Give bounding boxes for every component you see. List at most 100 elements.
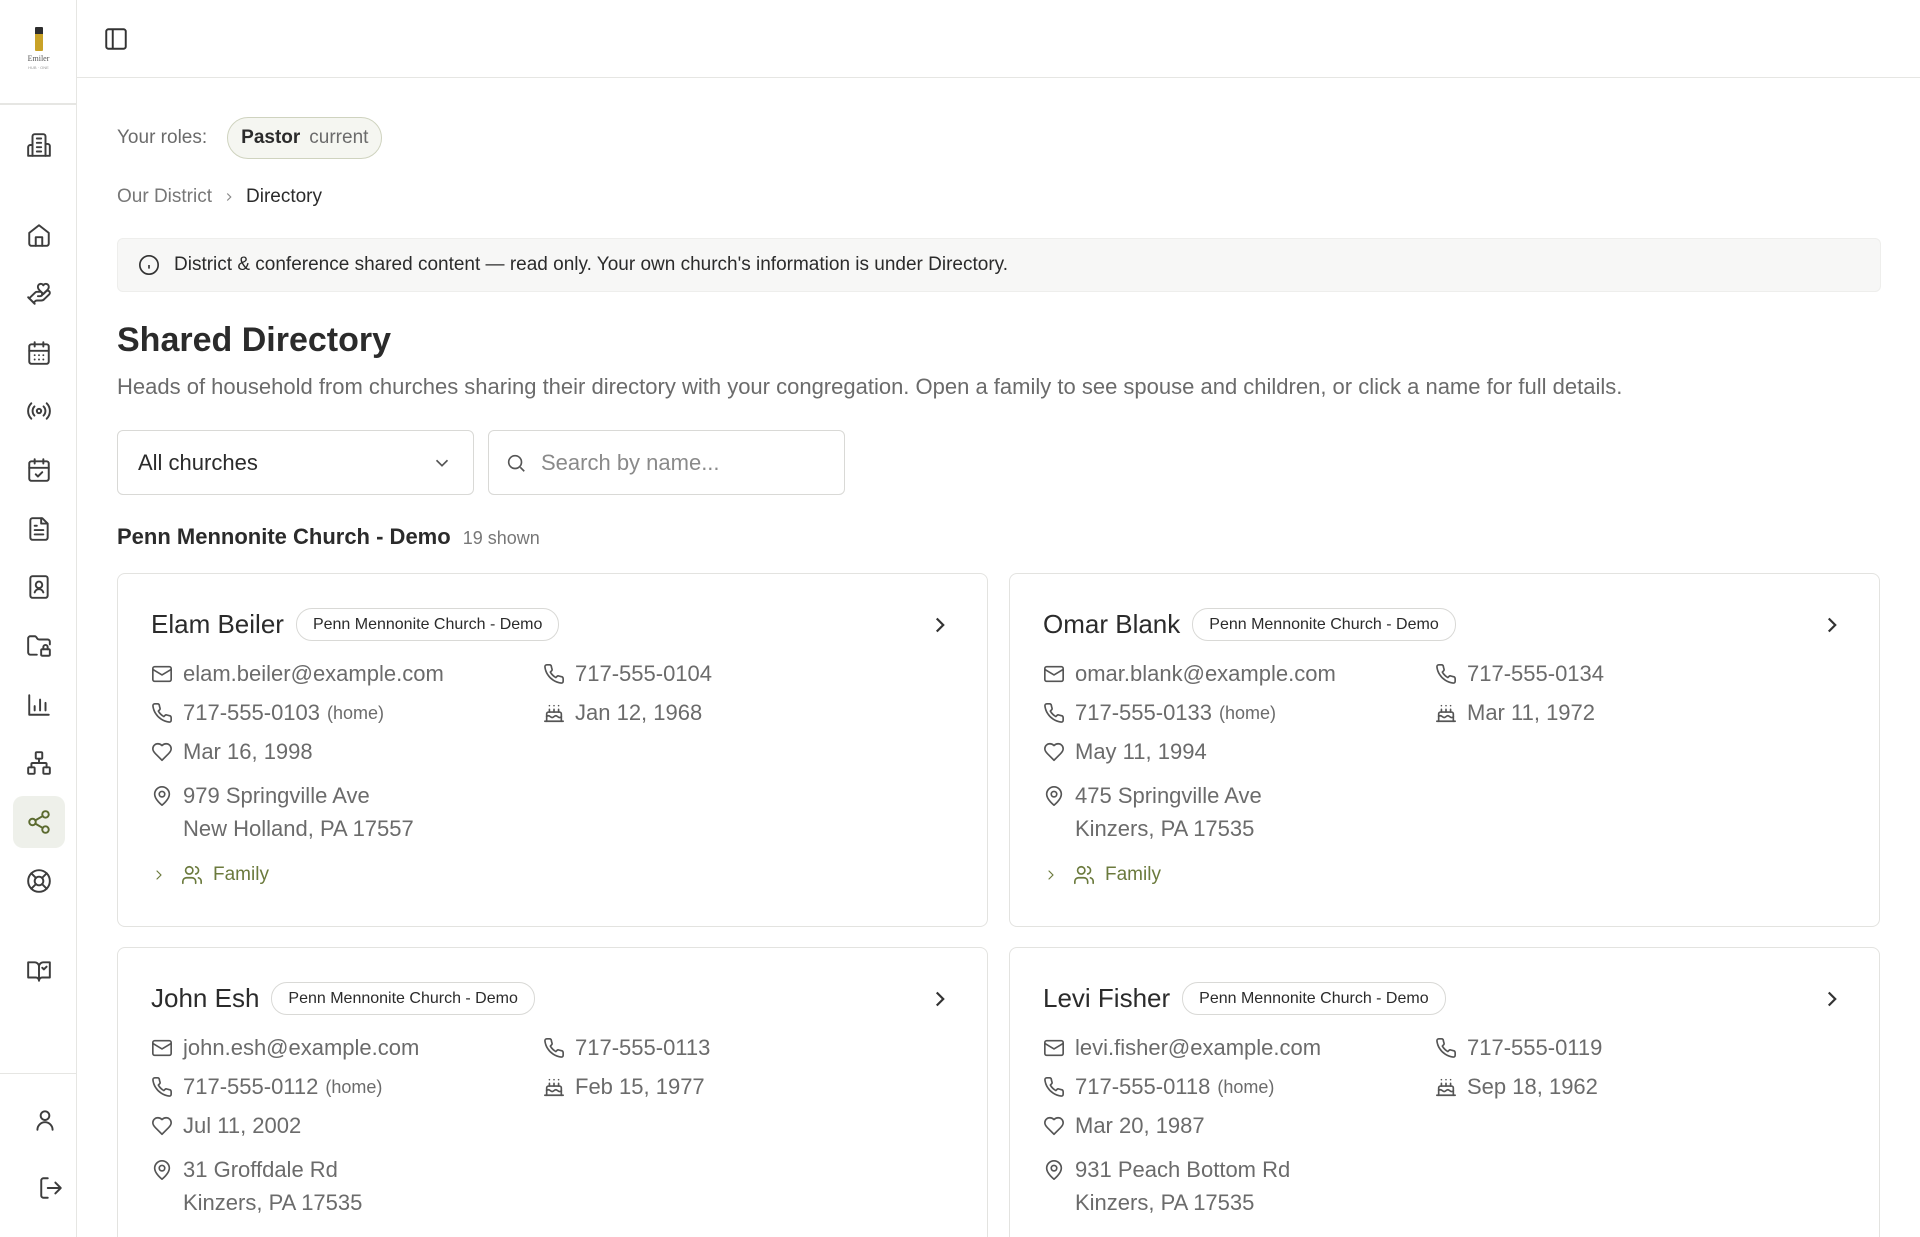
mail-icon: [152, 1039, 172, 1057]
church-badge: Penn Mennonite Church - Demo: [1192, 608, 1456, 641]
nav-logout[interactable]: [25, 1162, 77, 1214]
role-current-tag: current: [309, 127, 369, 148]
nav-broadcast[interactable]: [13, 385, 65, 437]
card-header: Omar Blank Penn Mennonite Church - Demo: [1043, 608, 1456, 641]
birthday-value: Mar 11, 1972: [1467, 700, 1596, 725]
nav-reports[interactable]: [13, 679, 65, 731]
role-pill[interactable]: Pastor current: [227, 117, 383, 159]
directory-card[interactable]: John Esh Penn Mennonite Church - Demo john…: [117, 947, 988, 1237]
page-description: Heads of household from churches sharing…: [117, 374, 1623, 399]
address-line-1: 931 Peach Bottom Rd: [1075, 1157, 1291, 1182]
open-details-button[interactable]: [1819, 986, 1845, 1012]
app-logo[interactable]: Emiler HUB · ONE: [0, 0, 77, 104]
map-pin-icon: [153, 1160, 171, 1180]
address-line-2: Kinzers, PA 17535: [1075, 1190, 1255, 1215]
email-field: john.esh@example.com: [151, 1035, 419, 1061]
search-box[interactable]: [488, 430, 845, 495]
phone-icon: [152, 703, 172, 723]
log-out-icon: [40, 1177, 62, 1199]
address-line-2: Kinzers, PA 17535: [1075, 816, 1255, 841]
chevron-right-icon: [1827, 617, 1837, 633]
chevron-right-icon: [222, 190, 236, 204]
anniversary-value: Mar 20, 1987: [1075, 1113, 1205, 1138]
anniversary-field: Jul 11, 2002: [151, 1113, 301, 1139]
family-toggle[interactable]: Family: [151, 864, 269, 886]
open-details-button[interactable]: [1819, 612, 1845, 638]
anniversary-value: Jul 11, 2002: [183, 1113, 302, 1138]
email-link[interactable]: levi.fisher@example.com: [1075, 1035, 1321, 1061]
calendar-check-icon: [28, 458, 50, 482]
mobile-phone-link[interactable]: 717-555-0113: [575, 1035, 710, 1061]
birthday-field: Jan 12, 1968: [543, 700, 702, 726]
nav-events[interactable]: [13, 444, 65, 496]
logo-icon: [34, 26, 43, 51]
phone-icon: [152, 1077, 172, 1097]
map-pin-icon: [153, 786, 171, 806]
sidebar: Emiler HUB · ONE: [0, 0, 77, 1237]
address-field: 31 Groffdale Rd Kinzers, PA 17535: [151, 1157, 362, 1219]
anniversary-field: May 11, 1994: [1043, 739, 1207, 765]
home-phone-link[interactable]: 717-555-0118: [1075, 1074, 1210, 1100]
nav-shared[interactable]: [13, 796, 65, 848]
home-phone-link[interactable]: 717-555-0112: [183, 1074, 318, 1100]
mobile-phone-link[interactable]: 717-555-0104: [575, 661, 712, 687]
email-link[interactable]: omar.blank@example.com: [1075, 661, 1336, 687]
church-filter-select[interactable]: All churches: [117, 430, 474, 495]
users-icon: [182, 865, 202, 885]
directory-card[interactable]: Elam Beiler Penn Mennonite Church - Demo e…: [117, 573, 988, 927]
mobile-phone-link[interactable]: 717-555-0119: [1467, 1035, 1602, 1061]
address-line-2: Kinzers, PA 17535: [183, 1190, 363, 1215]
nav-profile[interactable]: [19, 1094, 71, 1146]
map-pin-icon: [1045, 786, 1063, 806]
nav-building[interactable]: [13, 119, 65, 171]
users-icon: [1074, 865, 1094, 885]
breadcrumb-current: Directory: [246, 186, 323, 207]
breadcrumb-parent-link[interactable]: Our District: [117, 186, 212, 208]
address-line-1: 31 Groffdale Rd: [183, 1157, 338, 1182]
nav-org-chart[interactable]: [13, 737, 65, 789]
nav-secure-folder[interactable]: [13, 620, 65, 672]
logo-text: Emiler: [27, 53, 50, 63]
person-name-link[interactable]: Omar Blank: [1043, 609, 1180, 640]
church-group-header: Penn Mennonite Church - Demo 19 shown: [117, 524, 540, 550]
top-bar: [77, 0, 1920, 78]
home-phone-field: 717-555-0103 (home): [151, 700, 384, 726]
home-phone-link[interactable]: 717-555-0103: [183, 700, 320, 726]
directory-card[interactable]: Levi Fisher Penn Mennonite Church - Demo l…: [1009, 947, 1880, 1237]
nav-contacts[interactable]: [13, 561, 65, 613]
home-suffix: (home): [1219, 703, 1277, 723]
church-filter-value: All churches: [138, 449, 258, 475]
file-text-icon: [29, 517, 49, 541]
mail-icon: [1044, 665, 1064, 683]
person-name-link[interactable]: Levi Fisher: [1043, 983, 1170, 1014]
nav-documents[interactable]: [13, 503, 65, 555]
person-name-link[interactable]: John Esh: [151, 983, 259, 1014]
nav-home[interactable]: [13, 209, 65, 261]
directory-card[interactable]: Omar Blank Penn Mennonite Church - Demo om…: [1009, 573, 1880, 927]
sidebar-toggle-button[interactable]: [99, 22, 133, 56]
nav-calendar[interactable]: [13, 327, 65, 379]
person-name-link[interactable]: Elam Beiler: [151, 609, 284, 640]
heart-icon: [152, 742, 172, 762]
nav-help[interactable]: [13, 855, 65, 907]
open-details-button[interactable]: [927, 986, 953, 1012]
mobile-phone-link[interactable]: 717-555-0134: [1467, 661, 1604, 687]
address-block: 31 Groffdale Rd Kinzers, PA 17535: [183, 1153, 362, 1219]
phone-icon: [1436, 664, 1456, 684]
home-phone-field: 717-555-0118 (home): [1043, 1074, 1274, 1100]
nav-giving[interactable]: [13, 268, 65, 320]
church-badge: Penn Mennonite Church - Demo: [271, 982, 535, 1015]
heart-icon: [1044, 742, 1064, 762]
share-icon: [28, 810, 50, 834]
notice-text: District & conference shared content — r…: [174, 254, 1009, 275]
home-phone-link[interactable]: 717-555-0133: [1075, 700, 1212, 726]
breadcrumb: Our District Directory: [117, 186, 322, 208]
nav-guide[interactable]: [13, 945, 65, 997]
email-link[interactable]: john.esh@example.com: [183, 1035, 419, 1061]
family-toggle[interactable]: Family: [1043, 864, 1161, 886]
search-input[interactable]: [541, 449, 821, 476]
open-details-button[interactable]: [927, 612, 953, 638]
email-link[interactable]: elam.beiler@example.com: [183, 661, 444, 687]
chevron-down-icon: [435, 459, 449, 467]
mobile-phone-field: 717-555-0134: [1435, 661, 1604, 687]
